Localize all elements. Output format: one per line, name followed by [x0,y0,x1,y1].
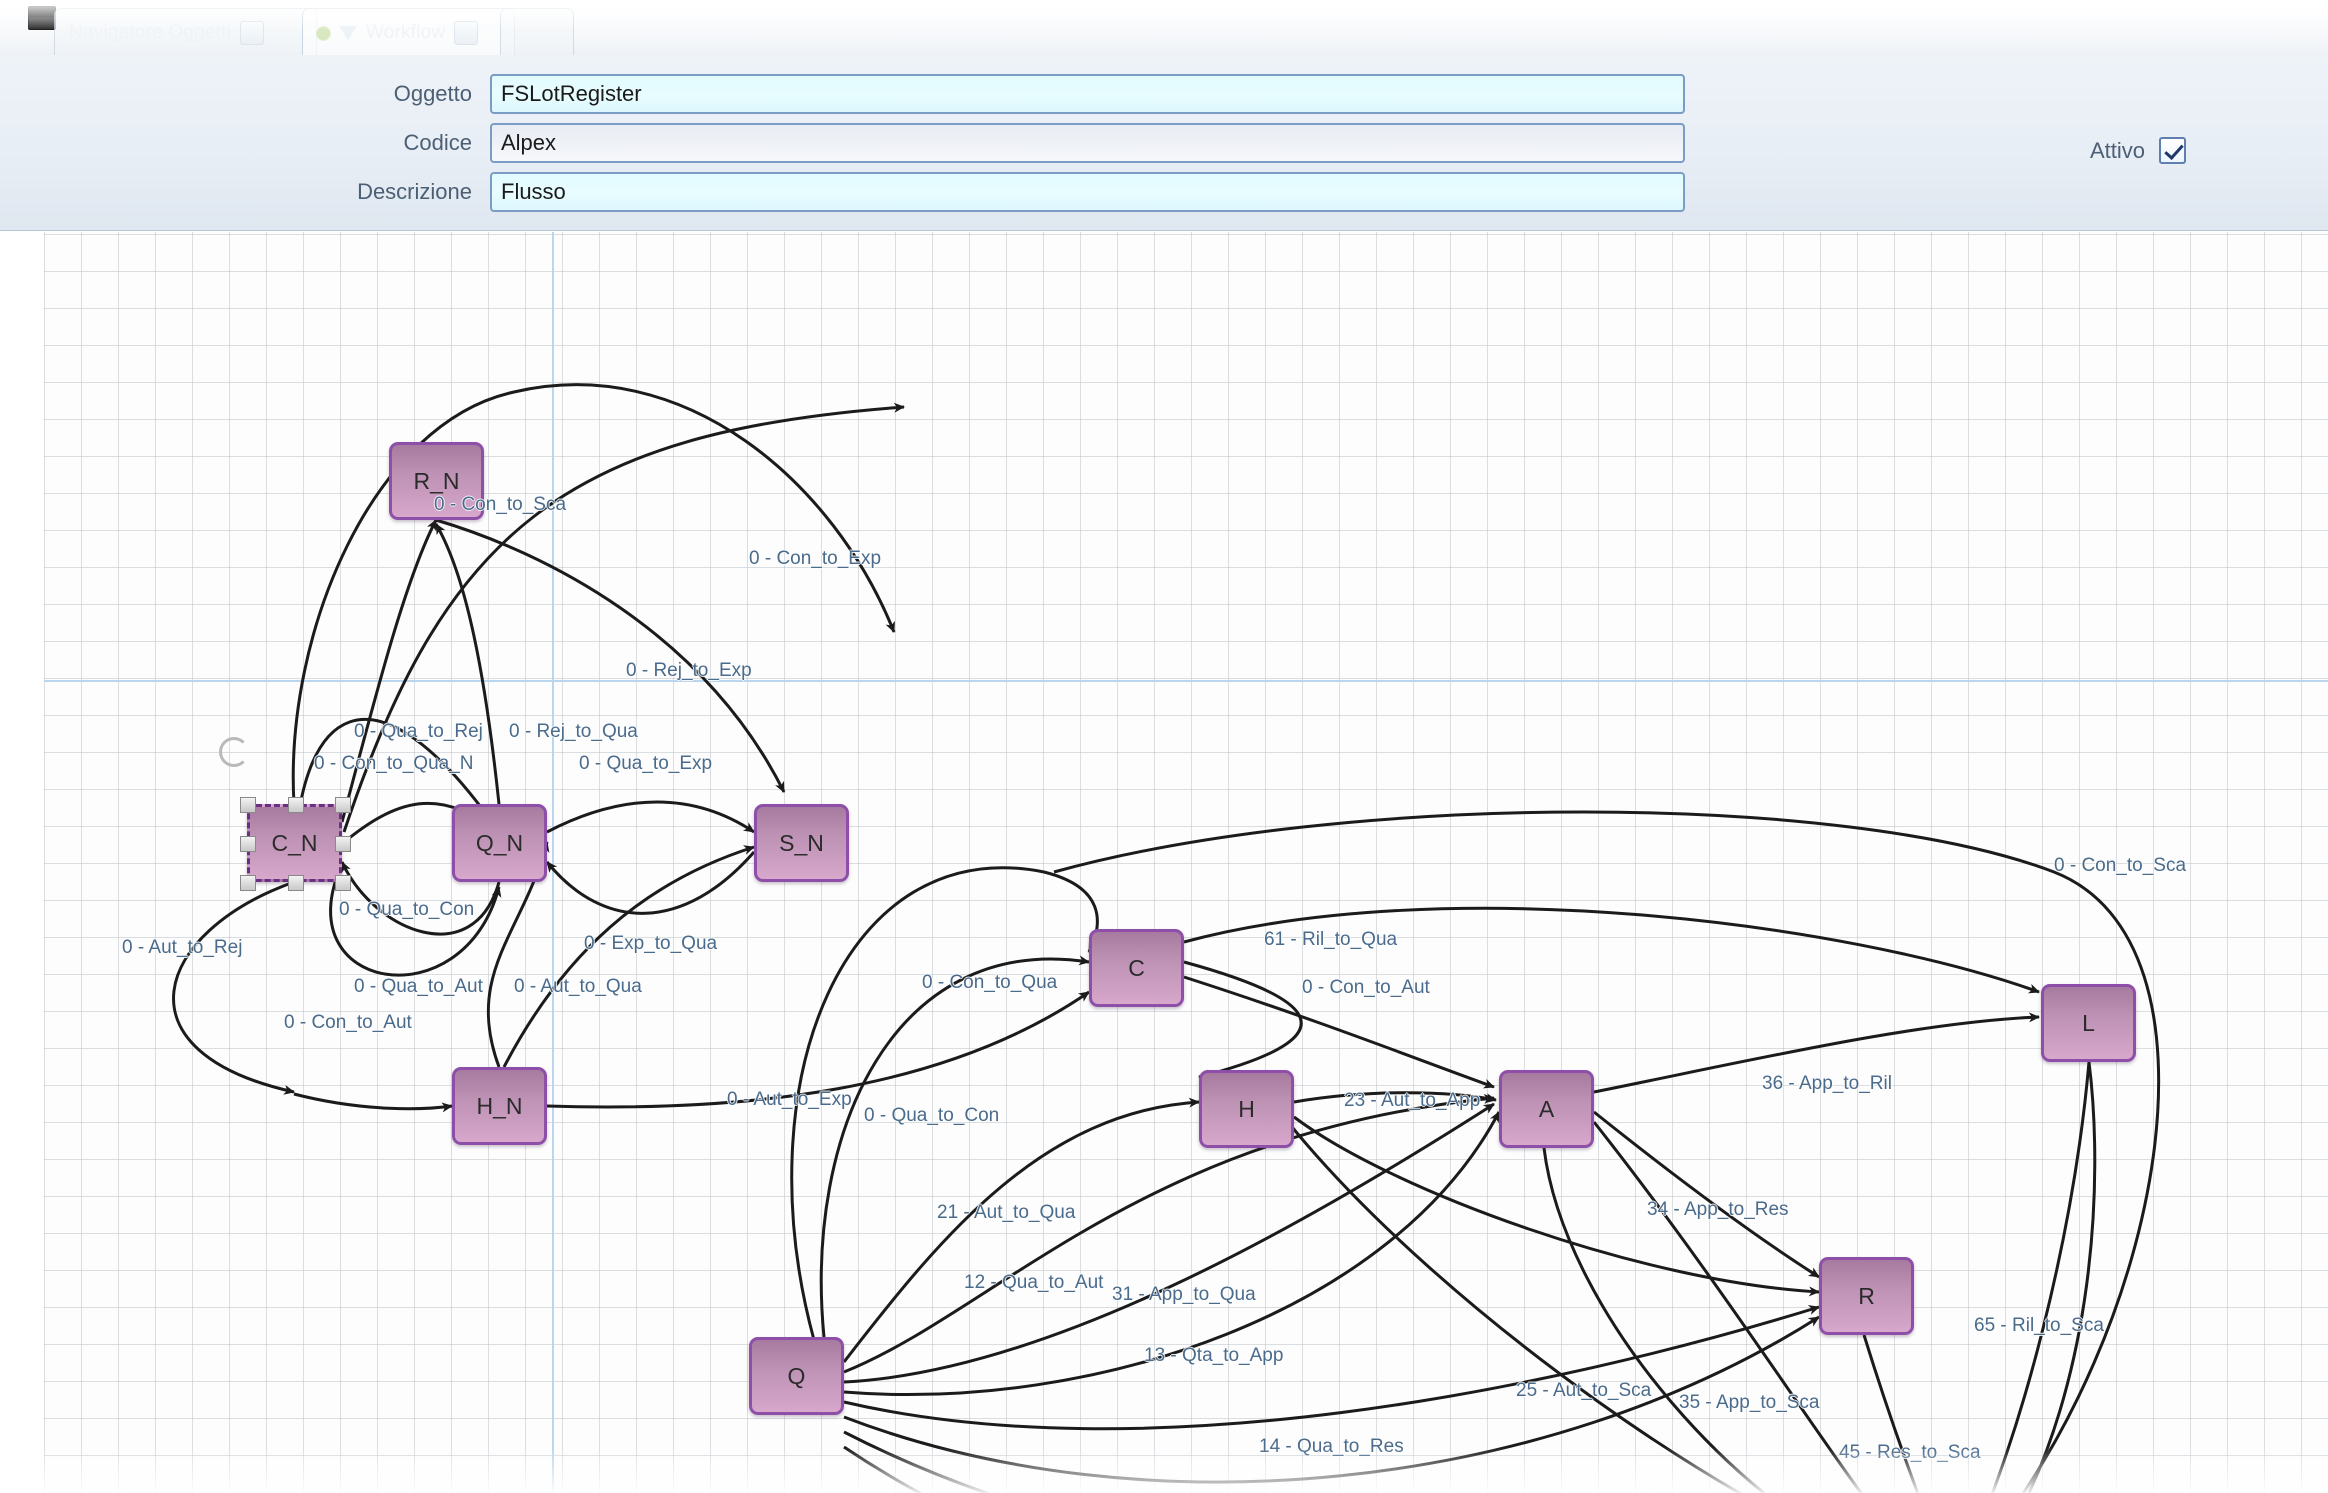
edge-label[interactable]: 0 - Rej_to_Qua [509,721,638,743]
oggetto-field[interactable]: FSLotRegister [490,74,1685,114]
diagram-node-label: L [2082,1009,2095,1036]
diagram-node-H[interactable]: H [1199,1070,1294,1148]
selection-handle-1[interactable] [287,797,304,813]
workflow-diagram-canvas[interactable]: R_NC_NQ_NS_NH_NCQHALRS0 - Con_to_Sca0 - … [44,232,2328,1493]
diagram-node-label: Q_N [475,829,524,856]
edge-label[interactable]: 12 - Qua_to_Aut [964,1272,1103,1294]
edge-label[interactable]: 23 - Aut_to_App [1344,1090,1480,1112]
tab-navigatore-oggetti[interactable]: Navigatore Oggetti [54,8,317,55]
edge-label[interactable]: 61 - Ril_to_Qua [1264,929,1397,951]
edge-label[interactable]: 31 - App_to_Qua [1112,1284,1256,1306]
diagram-node-label: S_N [779,829,824,856]
edge-label[interactable]: 13 - Qta_to_App [1144,1345,1283,1367]
diagram-node-L[interactable]: L [2041,984,2136,1062]
selection-handle-2[interactable] [335,797,351,813]
edge-label[interactable]: 0 - Qua_to_Exp [579,753,712,775]
tab-workflow[interactable]: Workflow [302,8,515,55]
edge-label[interactable]: 0 - Qua_to_Rej [354,721,483,743]
edge-label[interactable]: 34 - App_to_Res [1647,1199,1789,1221]
diagram-node-A[interactable]: A [1499,1070,1594,1148]
codice-field: Alpex [490,123,1685,163]
tab-strip: Navigatore Oggetti Workflow [0,0,2328,55]
tab-workflow-label: Workflow [366,22,446,43]
edge-label[interactable]: 45 - Res_to_Sca [1839,1442,1981,1464]
self-loop-icon [219,737,249,767]
diagram-node-Q_N[interactable]: Q_N [452,804,547,882]
edge-label[interactable]: 0 - Rej_to_Exp [626,660,752,682]
diagram-node-S_N[interactable]: S_N [754,804,849,882]
field-row-descrizione: Descrizione Flusso [0,171,1685,213]
selection-handle-4[interactable] [335,836,351,852]
selection-handle-5[interactable] [240,875,256,891]
selection-handle-6[interactable] [287,875,304,891]
tab-overflow[interactable] [500,8,574,55]
edge-label[interactable]: 0 - Con_to_Aut [284,1012,412,1034]
field-row-codice: Codice Alpex [0,122,1685,164]
edge-label[interactable]: 0 - Con_to_Exp [749,548,881,570]
edge-label[interactable]: 0 - Aut_to_Exp [727,1089,852,1111]
diagram-node-C_N[interactable]: C_N [247,804,342,882]
edge-label[interactable]: 25 - Aut_to_Sca [1516,1380,1651,1402]
edge-label[interactable]: 0 - Con_to_Sca [434,494,566,516]
edge-label[interactable]: 0 - Qua_to_Con [339,899,474,921]
edge-label[interactable]: 0 - Exp_to_Qua [584,933,717,955]
selection-handle-7[interactable] [335,875,351,891]
descrizione-field[interactable]: Flusso [490,172,1685,212]
selection-handle-0[interactable] [240,797,256,813]
field-row-oggetto: Oggetto FSLotRegister [0,73,1685,115]
attivo-field-group: Attivo [2090,137,2187,164]
edge-label[interactable]: 0 - Qua_to_Aut [354,976,483,998]
edge-label[interactable]: 36 - App_to_Ril [1762,1073,1892,1095]
diagram-node-label: R_N [413,467,460,494]
edge-label[interactable]: 0 - Aut_to_Qua [514,976,642,998]
descrizione-label: Descrizione [357,179,472,204]
edge-label[interactable]: 14 - Qua_to_Res [1259,1436,1404,1458]
diagram-node-label: R [1858,1282,1875,1309]
diagram-node-label: A [1538,1095,1555,1122]
codice-label: Codice [403,130,472,155]
diagram-node-Q[interactable]: Q [749,1337,844,1415]
edge-label[interactable]: 0 - Con_to_Sca [2054,855,2186,877]
close-icon[interactable] [240,21,265,45]
edge-label[interactable]: 0 - Con_to_Qua [922,972,1057,994]
chevron-down-icon [339,26,357,40]
workflow-editor-window: Navigatore Oggetti Workflow Oggetto FSLo… [0,0,2328,1493]
window-menu-icon[interactable] [28,6,56,30]
diagram-node-label: H [1238,1095,1255,1122]
diagram-node-R[interactable]: R [1819,1257,1914,1335]
selection-handle-3[interactable] [240,836,256,852]
edge-label[interactable]: 0 - Aut_to_Rej [122,937,242,959]
oggetto-label: Oggetto [393,81,472,106]
diagram-node-label: Q [787,1362,806,1389]
object-form-header: Oggetto FSLotRegister Codice Alpex Descr… [0,55,2328,231]
close-icon[interactable] [454,21,479,45]
edge-label[interactable]: 21 - Aut_to_Qua [937,1202,1075,1224]
diagram-node-C[interactable]: C [1089,929,1184,1007]
edge-label[interactable]: 65 - Ril_to_Sca [1974,1315,2104,1337]
edge-label[interactable]: 0 - Qua_to_Con [864,1105,999,1127]
tab-navigatore-oggetti-label: Navigatore Oggetti [69,22,232,43]
diagram-node-label: H_N [476,1092,523,1119]
diagram-node-H_N[interactable]: H_N [452,1067,547,1145]
edge-label[interactable]: 0 - Con_to_Qua_N [314,753,474,775]
edge-label[interactable]: 0 - Con_to_Aut [1302,977,1430,999]
status-dot-icon [317,26,330,40]
diagram-node-label: C_N [271,829,318,856]
edge-label[interactable]: 35 - App_to_Sca [1679,1392,1820,1414]
diagram-node-label: C [1128,954,1145,981]
attivo-label: Attivo [2090,137,2146,163]
attivo-checkbox[interactable] [2159,137,2187,164]
